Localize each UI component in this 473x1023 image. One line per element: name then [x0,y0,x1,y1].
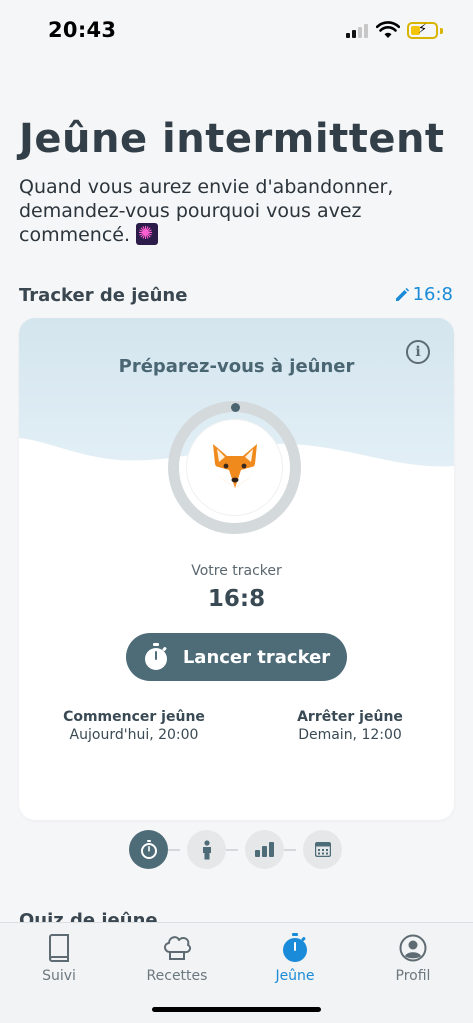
fast-end-info: Arrêter jeûne Demain, 12:00 [275,709,425,743]
fast-start-value: Aujourd'hui, 20:00 [69,727,199,743]
status-bar: 20:43 ⚡ [0,0,473,60]
book-icon [49,934,69,962]
person-icon [202,839,211,859]
user-icon [399,934,427,962]
fast-start-info: Commencer jeûne Aujourd'hui, 20:00 [59,709,209,743]
fasting-tracker-card: Préparez-vous à jeûner i Votre tracker 1… [19,318,454,820]
progress-ring-marker [231,403,240,412]
tab-recettes[interactable]: Recettes [118,933,236,984]
tab-profil-label: Profil [395,968,431,984]
tab-jeune[interactable]: Jeûne [236,933,354,984]
tracker-caption: Votre tracker [191,563,282,579]
tracker-section-heading: Tracker de jeûne [19,285,188,306]
fast-end-value: Demain, 12:00 [298,727,402,743]
fox-face-icon [213,444,257,488]
battery-tip [440,28,443,34]
page-title: Jeûne intermittent [19,116,445,162]
pager-calendar-button[interactable] [303,830,342,869]
pager-stopwatch-button[interactable] [129,830,168,869]
tab-suivi-label: Suivi [42,968,76,984]
start-tracker-label: Lancer tracker [182,646,331,668]
wifi-icon [376,21,400,38]
card-title: Préparez-vous à jeûner [118,356,355,377]
motivation-quote: Quand vous aurez envie d'abandonner, dem… [19,175,439,247]
start-tracker-button[interactable]: Lancer tracker [126,633,347,681]
status-time: 20:43 [48,18,117,42]
stopwatch-icon [144,643,167,670]
pager-connector [284,849,296,851]
pencil-icon [395,287,409,301]
fast-start-label: Commencer jeûne [63,709,205,725]
tracker-plan-value: 16:8 [207,586,266,612]
cellular-signal-icon [346,24,368,38]
plan-link-label: 16:8 [412,284,453,305]
fireworks-icon [136,223,159,245]
calendar-icon [314,842,331,857]
tab-suivi[interactable]: Suivi [0,933,118,984]
pager-connector [226,849,238,851]
fast-end-label: Arrêter jeûne [297,709,403,725]
stopwatch-icon [283,933,307,962]
tab-jeune-label: Jeûne [275,968,315,984]
info-icon[interactable]: i [406,340,430,364]
battery-icon: ⚡ [407,22,438,39]
stopwatch-icon [140,840,157,859]
tab-profil[interactable]: Profil [354,933,472,984]
tab-recettes-label: Recettes [146,968,208,984]
chef-hat-icon [164,936,192,960]
bar-chart-icon [254,842,274,857]
edit-plan-link[interactable]: 16:8 [394,284,453,305]
pager-connector [168,849,180,851]
pager-chart-button[interactable] [245,830,284,869]
home-indicator [152,1007,321,1012]
quote-text: Quand vous aurez envie d'abandonner, dem… [19,176,394,246]
card-pager [0,830,473,870]
pager-person-button[interactable] [187,830,226,869]
